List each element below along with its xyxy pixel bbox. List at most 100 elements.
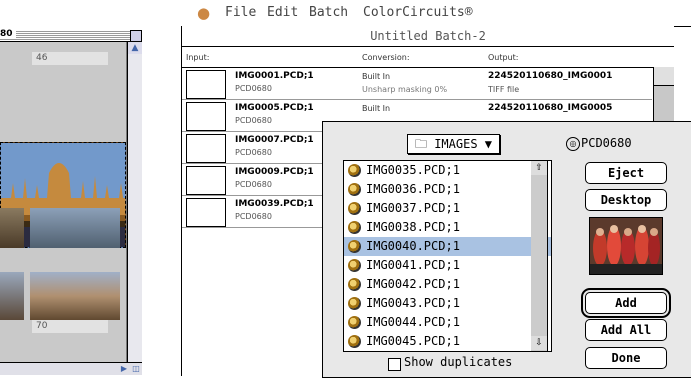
scroll-up-arrow-icon[interactable]: ⇧ bbox=[531, 161, 547, 175]
row-output: 224520110680_IMG0005 bbox=[488, 103, 613, 113]
file-list[interactable]: IMG0035.PCD;1 IMG0036.PCD;1 IMG0037.PCD;… bbox=[343, 160, 552, 352]
cd-file-icon bbox=[348, 297, 361, 310]
row-filename: IMG0039.PCD;1 bbox=[235, 199, 314, 209]
left-window-title-bar[interactable]: 80 bbox=[0, 29, 142, 42]
left-window: 80 46 62 70 ▲ ▶ ◫ bbox=[0, 0, 148, 376]
batch-row[interactable]: IMG0001.PCD;1 PCD0680 Built In Unsharp m… bbox=[182, 68, 652, 100]
file-name: IMG0042.PCD;1 bbox=[366, 277, 460, 291]
cd-file-icon bbox=[348, 316, 361, 329]
input-thumbnail bbox=[186, 70, 226, 99]
row-output: 224520110680_IMG0001 bbox=[488, 71, 613, 81]
scroll-right-arrow-icon[interactable]: ▶ bbox=[118, 363, 130, 375]
row-conversion-detail: Unsharp masking 0% bbox=[362, 85, 448, 94]
list-item[interactable]: IMG0044.PCD;1 bbox=[344, 313, 551, 332]
done-button[interactable]: Done bbox=[585, 347, 667, 369]
row-disk: PCD0680 bbox=[235, 180, 272, 189]
folder-icon: 🗀 bbox=[414, 137, 435, 151]
add-all-button[interactable]: Add All bbox=[585, 319, 667, 341]
eject-button[interactable]: Eject bbox=[585, 162, 667, 184]
menu-colorcircuits[interactable]: ColorCircuits® bbox=[363, 5, 473, 20]
input-thumbnail bbox=[186, 134, 226, 163]
cd-file-icon bbox=[348, 335, 361, 348]
desktop-button[interactable]: Desktop bbox=[585, 189, 667, 211]
row-disk: PCD0680 bbox=[235, 116, 272, 125]
thumbnail[interactable] bbox=[30, 272, 120, 320]
batch-column-header: Input: Conversion: Output: bbox=[182, 47, 674, 68]
menu-file[interactable]: File bbox=[225, 5, 256, 20]
list-item[interactable]: IMG0038.PCD;1 bbox=[344, 218, 551, 237]
row-disk: PCD0680 bbox=[235, 212, 272, 221]
file-name: IMG0035.PCD;1 bbox=[366, 163, 460, 177]
row-disk: PCD0680 bbox=[235, 84, 272, 93]
menu-batch[interactable]: Batch bbox=[309, 5, 348, 20]
file-name: IMG0045.PCD;1 bbox=[366, 334, 460, 348]
scroll-track-top bbox=[654, 67, 674, 86]
file-name: IMG0037.PCD;1 bbox=[366, 201, 460, 215]
cd-file-icon bbox=[348, 240, 361, 253]
vertical-scrollbar[interactable]: ▲ bbox=[127, 42, 142, 362]
horizontal-scrollbar[interactable]: ▶ ◫ bbox=[0, 362, 142, 375]
folder-name: IMAGES bbox=[434, 137, 478, 151]
disk-name: PCD0680 bbox=[581, 136, 632, 150]
cd-file-icon bbox=[348, 221, 361, 234]
show-duplicates-label[interactable]: Show duplicates bbox=[404, 355, 512, 369]
row-filename: IMG0005.PCD;1 bbox=[235, 103, 314, 113]
file-name: IMG0044.PCD;1 bbox=[366, 315, 460, 329]
file-name: IMG0038.PCD;1 bbox=[366, 220, 460, 234]
left-window-title: 80 bbox=[0, 29, 16, 39]
scroll-down-arrow-icon[interactable]: ⇩ bbox=[531, 336, 547, 350]
input-thumbnail bbox=[186, 166, 226, 195]
thumbnail[interactable] bbox=[0, 70, 22, 134]
row-filename: IMG0009.PCD;1 bbox=[235, 167, 314, 177]
list-item[interactable]: IMG0037.PCD;1 bbox=[344, 199, 551, 218]
apple-menu-icon[interactable]: ● bbox=[197, 4, 210, 22]
thumbnail-panel: 46 62 70 bbox=[0, 42, 127, 362]
file-name: IMG0036.PCD;1 bbox=[366, 182, 460, 196]
cd-file-icon bbox=[348, 259, 361, 272]
list-item-selected[interactable]: IMG0040.PCD;1 bbox=[344, 237, 551, 256]
row-conversion: Built In bbox=[362, 72, 391, 81]
list-item[interactable]: IMG0035.PCD;1 bbox=[344, 161, 551, 180]
thumb-label: 70 bbox=[32, 320, 108, 333]
input-thumbnail bbox=[186, 198, 226, 227]
list-item[interactable]: IMG0043.PCD;1 bbox=[344, 294, 551, 313]
preview-image bbox=[590, 218, 662, 274]
image-preview bbox=[589, 217, 663, 275]
thumb-label: 46 bbox=[32, 52, 108, 65]
column-input: Input: bbox=[186, 53, 210, 62]
input-thumbnail bbox=[186, 102, 226, 131]
thumbnail[interactable] bbox=[30, 208, 120, 248]
zoom-box-icon[interactable] bbox=[130, 30, 142, 42]
column-conversion: Conversion: bbox=[362, 53, 410, 62]
list-item[interactable]: IMG0036.PCD;1 bbox=[344, 180, 551, 199]
batch-window-title[interactable]: Untitled Batch-2 bbox=[182, 26, 674, 47]
folder-popup-menu[interactable]: 🗀 IMAGES ▼ bbox=[407, 134, 500, 154]
resize-box-icon[interactable]: ◫ bbox=[130, 363, 142, 375]
cd-file-icon bbox=[348, 202, 361, 215]
popup-triangle-icon: ▼ bbox=[477, 137, 493, 151]
show-duplicates-checkbox[interactable] bbox=[388, 358, 401, 371]
row-filename: IMG0001.PCD;1 bbox=[235, 71, 314, 81]
cd-file-icon bbox=[348, 278, 361, 291]
file-name: IMG0041.PCD;1 bbox=[366, 258, 460, 272]
row-disk: PCD0680 bbox=[235, 148, 272, 157]
list-item[interactable]: IMG0042.PCD;1 bbox=[344, 275, 551, 294]
thumbnail[interactable] bbox=[0, 208, 24, 248]
file-name: IMG0040.PCD;1 bbox=[366, 239, 460, 253]
menu-bar: ● File Edit Batch ColorCircuits® bbox=[181, 0, 691, 27]
file-name: IMG0043.PCD;1 bbox=[366, 296, 460, 310]
cd-file-icon bbox=[348, 164, 361, 177]
cd-file-icon bbox=[348, 183, 361, 196]
list-item[interactable]: IMG0045.PCD;1 bbox=[344, 332, 551, 351]
scroll-up-arrow-icon[interactable]: ▲ bbox=[128, 42, 142, 54]
column-output: Output: bbox=[488, 53, 519, 62]
menu-edit[interactable]: Edit bbox=[267, 5, 298, 20]
list-item[interactable]: IMG0041.PCD;1 bbox=[344, 256, 551, 275]
file-list-scrollbar[interactable]: ⇧ ⇩ bbox=[531, 160, 548, 352]
row-conversion: Built In bbox=[362, 104, 391, 113]
row-output-format: TIFF file bbox=[488, 85, 520, 94]
add-button[interactable]: Add bbox=[581, 288, 671, 318]
thumbnail[interactable] bbox=[0, 272, 24, 320]
row-filename: IMG0007.PCD;1 bbox=[235, 135, 314, 145]
add-files-dialog: 🗀 IMAGES ▼ IMG0035.PCD;1 IMG0036.PCD;1 I… bbox=[322, 121, 691, 378]
